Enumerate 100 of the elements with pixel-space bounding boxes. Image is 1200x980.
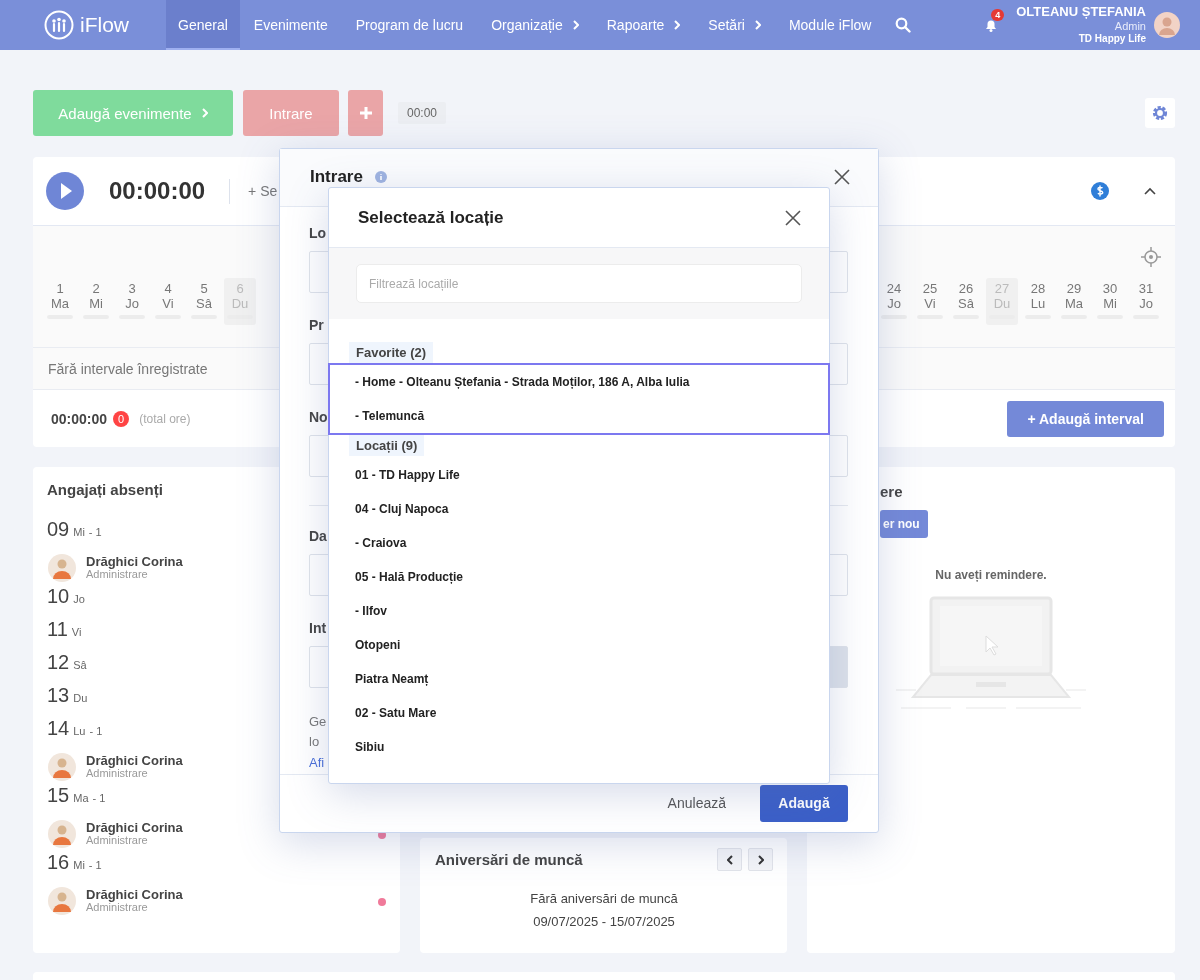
- note-text: Ge: [309, 712, 327, 731]
- weekday-label: Jo: [73, 593, 85, 605]
- plus-icon: [359, 107, 372, 119]
- day-column[interactable]: 3 Jo: [116, 278, 148, 325]
- employee-name[interactable]: Drăghici Corina: [86, 753, 183, 768]
- status-dot: [378, 898, 386, 906]
- day-column[interactable]: 4 Vi: [152, 278, 184, 325]
- day-column[interactable]: 30 Mi: [1094, 278, 1126, 325]
- add-button[interactable]: Adaugă: [760, 784, 848, 822]
- total-label: (total ore): [139, 411, 191, 426]
- weekday-label: Du: [73, 692, 88, 704]
- location-option[interactable]: 04 - Cluj Napoca: [330, 492, 828, 526]
- empty-reminders-text: Nu aveți remindere.: [935, 568, 1047, 582]
- location-option[interactable]: Sibiu: [330, 730, 828, 764]
- location-option[interactable]: 01 - TD Happy Life: [330, 458, 828, 492]
- filter-field[interactable]: Filtrează locațiile: [356, 264, 802, 303]
- cancel-button[interactable]: Anulează: [661, 794, 732, 813]
- employee-name[interactable]: Drăghici Corina: [86, 887, 183, 902]
- user-avatar[interactable]: [1154, 12, 1180, 38]
- location-option[interactable]: 05 - Hală Producție: [330, 560, 828, 594]
- card-title: Angajați absenți: [47, 481, 164, 498]
- chevron-right-icon: [674, 20, 681, 30]
- location-option[interactable]: Piatra Neamț: [330, 662, 828, 696]
- employee-name[interactable]: Drăghici Corina: [86, 820, 183, 835]
- location-option[interactable]: - Craiova: [330, 526, 828, 560]
- close-icon[interactable]: [785, 209, 801, 226]
- previous-button[interactable]: [717, 848, 742, 871]
- day-column[interactable]: 29 Ma: [1058, 278, 1090, 325]
- close-icon[interactable]: [834, 169, 850, 186]
- day-column[interactable]: 2 Mi: [80, 278, 112, 325]
- group-header: Favorite (2): [349, 342, 434, 363]
- chevron-up-icon[interactable]: [1144, 187, 1156, 195]
- weekday-label: Ma: [73, 792, 89, 804]
- new-reminder-button[interactable]: er nou: [880, 510, 928, 538]
- chevron-right-icon: [757, 854, 764, 865]
- field-label: Lo: [309, 224, 327, 243]
- location-option[interactable]: - Telemuncă: [330, 399, 828, 433]
- chevron-right-icon: [754, 20, 761, 30]
- date-number: 14: [47, 717, 70, 740]
- field-label: No: [309, 408, 328, 427]
- absence-count: - 1: [92, 792, 106, 804]
- nav-tab[interactable]: Program de lucru: [341, 0, 478, 50]
- note-text: lo: [309, 732, 320, 751]
- department-name: Administrare: [86, 568, 149, 581]
- chevron-left-icon: [726, 854, 733, 865]
- nav-tab[interactable]: Setări: [694, 0, 775, 50]
- link[interactable]: Afi: [309, 751, 325, 774]
- nav-tab[interactable]: Organizație: [477, 0, 593, 50]
- date-number: 12: [47, 651, 70, 674]
- day-column[interactable]: 24 Jo: [878, 278, 910, 325]
- weekday-label: Vi: [71, 626, 82, 638]
- notification-count-badge: 4: [991, 9, 1005, 21]
- absence-count: - 1: [88, 859, 102, 871]
- weekday-label: Mi: [73, 526, 85, 538]
- nav-tab[interactable]: Module iFlow: [774, 0, 886, 50]
- card-title: ere: [880, 483, 903, 500]
- next-button[interactable]: [748, 848, 773, 871]
- day-column[interactable]: 31 Jo: [1130, 278, 1162, 325]
- logo-text: iFlow: [80, 13, 129, 37]
- date-number: 15: [47, 784, 70, 807]
- settings-button[interactable]: [1145, 98, 1175, 128]
- department-name: Administrare: [86, 767, 149, 780]
- day-column[interactable]: 5 Sâ: [188, 278, 220, 325]
- day-column[interactable]: 25 Vi: [914, 278, 946, 325]
- play-button[interactable]: [46, 172, 84, 210]
- day-column[interactable]: 28 Lu: [1022, 278, 1054, 325]
- card-title: Aniversări de muncă: [435, 851, 583, 868]
- day-column[interactable]: 26 Sâ: [950, 278, 982, 325]
- date-number: 16: [47, 851, 70, 874]
- nav-tab[interactable]: Rapoarte: [592, 0, 695, 50]
- add-interval-button[interactable]: + Adaugă interval: [1007, 400, 1164, 437]
- chevron-right-icon: [201, 108, 208, 118]
- company-name: TD Happy Life: [1077, 33, 1146, 45]
- field-label: Int: [309, 619, 327, 638]
- employee-name[interactable]: Drăghici Corina: [86, 554, 183, 569]
- absence-count: - 1: [88, 526, 102, 538]
- chevron-right-icon: [572, 20, 579, 30]
- day-column[interactable]: 1 Ma: [44, 278, 76, 325]
- location-option[interactable]: - Ilfov: [330, 594, 828, 628]
- location-option[interactable]: 02 - Satu Mare: [330, 696, 828, 730]
- group-header: Locații (9): [349, 435, 425, 456]
- date-range: 09/07/2025 - 15/07/2025: [532, 914, 676, 929]
- weekday-label: Lu: [73, 725, 86, 737]
- info-icon: [374, 171, 387, 184]
- nav-tab[interactable]: Evenimente: [239, 0, 342, 50]
- select-link[interactable]: + Se: [248, 183, 278, 199]
- absence-count: - 1: [89, 725, 103, 737]
- avatar-silhouette: [48, 819, 76, 848]
- total-time: 00:00:00: [51, 410, 108, 427]
- location-option[interactable]: Otopeni: [330, 628, 828, 662]
- user-role: Admin: [1113, 20, 1146, 34]
- dollar-icon: [1091, 182, 1109, 200]
- crosshair-icon[interactable]: [1141, 247, 1161, 267]
- weekday-label: Sâ: [73, 659, 87, 671]
- interval-count-badge: 0: [113, 410, 130, 427]
- department-name: Administrare: [86, 901, 149, 914]
- nav-tab[interactable]: General: [166, 0, 240, 50]
- user-name: OLTEANU ȘTEFANIA: [1016, 5, 1146, 21]
- empty-anniversaries-text: Fără aniversări de muncă: [529, 891, 679, 906]
- search-icon[interactable]: [895, 17, 912, 33]
